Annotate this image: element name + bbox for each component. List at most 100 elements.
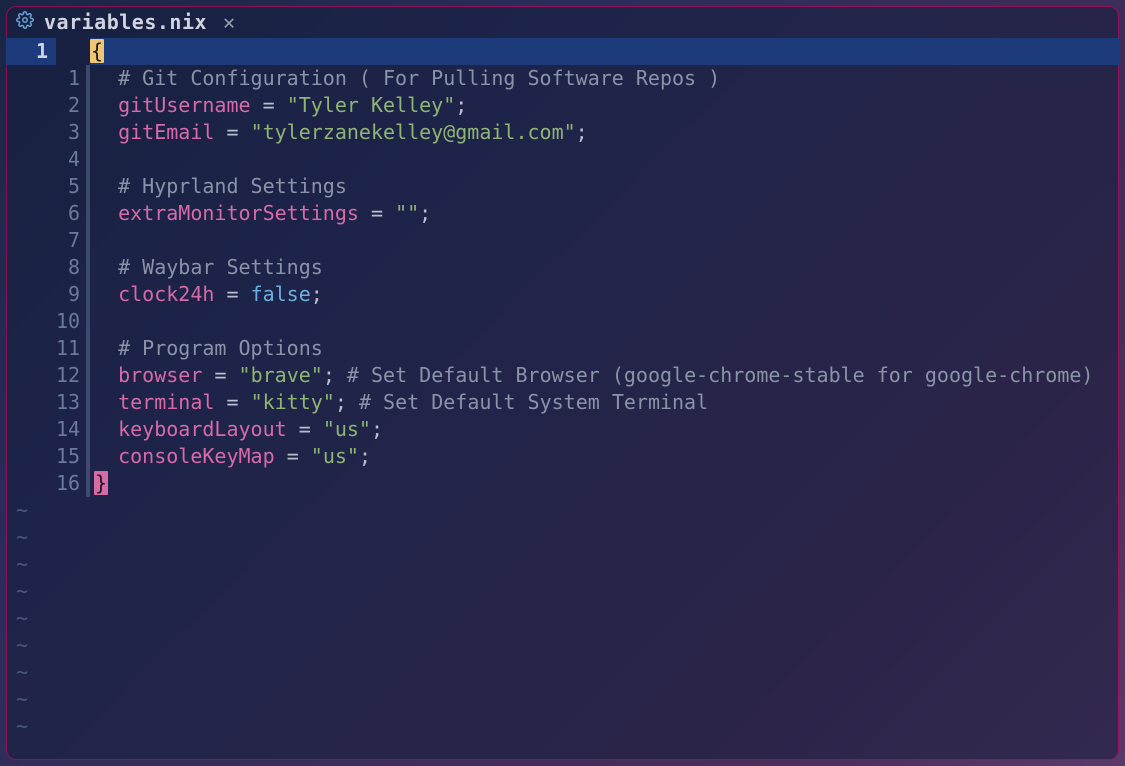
- gutter-inner: 1: [56, 65, 86, 92]
- indent-guide: [86, 254, 90, 281]
- gutter-inner: 16: [56, 470, 86, 497]
- code-line[interactable]: # Program Options: [94, 335, 1119, 362]
- indent-guide: [86, 173, 90, 200]
- semicolon: ;: [576, 120, 588, 144]
- editor-row[interactable]: 5 # Hyprland Settings: [6, 173, 1119, 200]
- attribute-key: gitEmail: [118, 120, 214, 144]
- editor-row[interactable]: 1{: [6, 38, 1119, 65]
- gutter-inner: 3: [56, 119, 86, 146]
- code-line[interactable]: clock24h = false;: [94, 281, 1119, 308]
- code-line[interactable]: terminal = "kitty"; # Set Default System…: [94, 389, 1119, 416]
- code-line[interactable]: consoleKeyMap = "us";: [94, 443, 1119, 470]
- gutter-inner: 14: [56, 416, 86, 443]
- close-icon[interactable]: ✕: [223, 9, 236, 36]
- editor-row[interactable]: 6 extraMonitorSettings = "";: [6, 200, 1119, 227]
- attribute-key: gitUsername: [118, 93, 250, 117]
- indent-guide: [86, 227, 90, 254]
- tilde-marker: ~: [6, 524, 28, 551]
- equals-sign: =: [226, 282, 238, 306]
- code-line[interactable]: gitEmail = "tylerzanekelley@gmail.com";: [94, 119, 1119, 146]
- comment-text: # Git Configuration ( For Pulling Softwa…: [118, 66, 720, 90]
- editor-row[interactable]: 7: [6, 227, 1119, 254]
- code-line[interactable]: keyboardLayout = "us";: [94, 416, 1119, 443]
- indent-guide: [86, 335, 90, 362]
- editor-row[interactable]: 16}: [6, 470, 1119, 497]
- code-line[interactable]: [94, 227, 1119, 254]
- editor-row[interactable]: 3 gitEmail = "tylerzanekelley@gmail.com"…: [6, 119, 1119, 146]
- code-line[interactable]: # Hyprland Settings: [94, 173, 1119, 200]
- editor-window: variables.nix ✕ 1{1 # Git Configuration …: [6, 6, 1119, 760]
- gutter-inner: 13: [56, 389, 86, 416]
- code-line[interactable]: # Waybar Settings: [94, 254, 1119, 281]
- attribute-key: keyboardLayout: [118, 417, 287, 441]
- gutter-outer: [6, 227, 56, 254]
- code-line[interactable]: browser = "brave"; # Set Default Browser…: [94, 362, 1119, 389]
- code-line[interactable]: [94, 146, 1119, 173]
- empty-line: ~: [6, 713, 1119, 740]
- empty-line: ~: [6, 578, 1119, 605]
- empty-line: ~: [6, 497, 1119, 524]
- editor-row[interactable]: 10: [6, 308, 1119, 335]
- gutter-inner: 2: [56, 92, 86, 119]
- gutter-outer: [6, 281, 56, 308]
- equals-sign: =: [226, 120, 238, 144]
- indent-guide: [86, 389, 90, 416]
- indent-guide: [86, 119, 90, 146]
- string-literal: "us": [323, 417, 371, 441]
- tilde-marker: ~: [6, 632, 28, 659]
- gutter-outer: [6, 173, 56, 200]
- code-line[interactable]: extraMonitorSettings = "";: [94, 200, 1119, 227]
- attribute-key: terminal: [118, 390, 214, 414]
- editor-row[interactable]: 1 # Git Configuration ( For Pulling Soft…: [6, 65, 1119, 92]
- indent-guide: [86, 146, 90, 173]
- equals-sign: =: [287, 444, 299, 468]
- editor-row[interactable]: 15 consoleKeyMap = "us";: [6, 443, 1119, 470]
- indent-guide: [86, 65, 90, 92]
- tilde-marker: ~: [6, 497, 28, 524]
- attribute-key: extraMonitorSettings: [118, 201, 359, 225]
- boolean-literal: false: [251, 282, 311, 306]
- tab-filename: variables.nix: [44, 9, 207, 36]
- tilde-marker: ~: [6, 659, 28, 686]
- code-editor[interactable]: 1{1 # Git Configuration ( For Pulling So…: [6, 38, 1119, 760]
- string-literal: "Tyler Kelley": [287, 93, 456, 117]
- gutter-outer: [6, 443, 56, 470]
- equals-sign: =: [299, 417, 311, 441]
- editor-row[interactable]: 12 browser = "brave"; # Set Default Brow…: [6, 362, 1119, 389]
- comment-text: # Hyprland Settings: [118, 174, 347, 198]
- comment-text: # Waybar Settings: [118, 255, 323, 279]
- gutter-outer: 1: [6, 38, 56, 65]
- equals-sign: =: [214, 363, 226, 387]
- editor-row[interactable]: 8 # Waybar Settings: [6, 254, 1119, 281]
- editor-row[interactable]: 4: [6, 146, 1119, 173]
- gutter-inner: 12: [56, 362, 86, 389]
- code-line[interactable]: # Git Configuration ( For Pulling Softwa…: [94, 65, 1119, 92]
- gutter-inner: 7: [56, 227, 86, 254]
- gutter-outer: [6, 119, 56, 146]
- semicolon: ;: [311, 282, 323, 306]
- editor-row[interactable]: 11 # Program Options: [6, 335, 1119, 362]
- indent-guide: [86, 470, 90, 497]
- close-brace: }: [94, 471, 108, 495]
- comment-text: # Set Default System Terminal: [359, 390, 708, 414]
- gutter-outer: [6, 389, 56, 416]
- code-line[interactable]: }: [94, 470, 1119, 497]
- editor-row[interactable]: 2 gitUsername = "Tyler Kelley";: [6, 92, 1119, 119]
- indent-guide: [86, 362, 90, 389]
- gear-icon: [16, 9, 34, 36]
- tab-variables-nix[interactable]: variables.nix ✕: [16, 9, 236, 36]
- gutter-inner: 6: [56, 200, 86, 227]
- code-line[interactable]: {: [90, 38, 1119, 65]
- gutter-outer: [6, 146, 56, 173]
- editor-row[interactable]: 13 terminal = "kitty"; # Set Default Sys…: [6, 389, 1119, 416]
- gutter-outer: [6, 254, 56, 281]
- code-line[interactable]: [94, 308, 1119, 335]
- attribute-key: consoleKeyMap: [118, 444, 275, 468]
- empty-line: ~: [6, 605, 1119, 632]
- tilde-marker: ~: [6, 578, 28, 605]
- tilde-marker: ~: [6, 551, 28, 578]
- editor-row[interactable]: 14 keyboardLayout = "us";: [6, 416, 1119, 443]
- code-line[interactable]: gitUsername = "Tyler Kelley";: [94, 92, 1119, 119]
- gutter-inner: 15: [56, 443, 86, 470]
- editor-row[interactable]: 9 clock24h = false;: [6, 281, 1119, 308]
